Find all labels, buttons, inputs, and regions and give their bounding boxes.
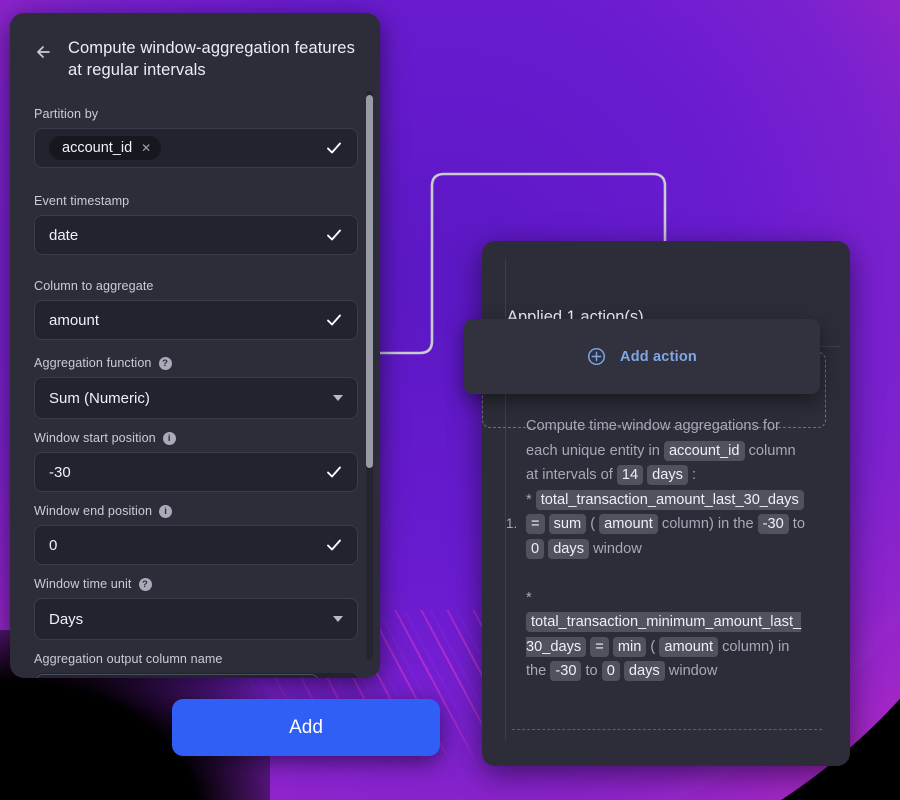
- desc-window-2: window: [664, 663, 718, 680]
- desc-text-3: :: [687, 467, 697, 484]
- code-equals-2: =: [590, 636, 609, 657]
- bullet-1: *: [526, 491, 532, 508]
- column-to-aggregate-value: amount: [49, 311, 100, 329]
- desc-text-4: column) in the: [657, 516, 758, 533]
- check-icon[interactable]: [325, 226, 343, 244]
- field-label-window-time-unit: Window time unit ?: [34, 577, 358, 591]
- list-marker-1: 1.: [506, 516, 518, 532]
- chip-label: account_id: [62, 140, 133, 156]
- chevron-down-icon[interactable]: [333, 395, 343, 401]
- check-icon[interactable]: [325, 536, 343, 554]
- panel-bottom-dashed-divider: [512, 729, 822, 730]
- field-label-window-end-position: Window end position i: [34, 504, 358, 518]
- window-time-unit-select[interactable]: Days: [34, 598, 358, 640]
- code-unit-2: days: [623, 661, 665, 682]
- code-column-2: amount: [659, 636, 719, 657]
- aggregation-function-select[interactable]: Sum (Numeric): [34, 377, 358, 419]
- code-fn-2: min: [612, 636, 647, 657]
- output-column-name-box[interactable]: total_transaction_amount_last_30_days: [35, 674, 319, 678]
- window-time-unit-value: Days: [49, 610, 84, 628]
- field-event-timestamp: Event timestamp date: [34, 194, 358, 255]
- description-item-1: 1. * total_transaction_amount_last_30_day…: [506, 488, 808, 562]
- code-end-2: 0: [601, 661, 620, 682]
- configuration-panel: Compute window-aggregation features at r…: [10, 13, 380, 678]
- window-end-position-input[interactable]: 0: [34, 525, 358, 565]
- panel-title: Compute window-aggregation features at r…: [68, 39, 355, 79]
- action-description: Compute time-window aggregations for eac…: [506, 414, 808, 684]
- field-label-window-start-position: Window start position i: [34, 431, 358, 445]
- field-label-column-to-aggregate: Column to aggregate: [34, 279, 154, 293]
- form-fields: Partition by account_id ✕ Event timestam…: [10, 91, 380, 678]
- output-column-name-input[interactable]: total_transaction_amount_last_30_days: [34, 673, 358, 678]
- field-partition-by: Partition by account_id ✕: [34, 107, 358, 168]
- aggregation-function-value: Sum (Numeric): [49, 389, 150, 407]
- window-start-position-value: -30: [49, 463, 71, 481]
- field-window-time-unit: Window time unit ? Days: [34, 577, 358, 640]
- back-arrow-icon[interactable]: [34, 41, 54, 63]
- description-intro: Compute time-window aggregations for eac…: [526, 414, 808, 488]
- window-end-position-value: 0: [49, 536, 58, 554]
- desc-to-2: to: [581, 663, 602, 680]
- chevron-down-icon[interactable]: [333, 616, 343, 622]
- plus-circle-icon[interactable]: [587, 347, 606, 366]
- chip-account-id[interactable]: account_id ✕: [49, 136, 162, 160]
- event-timestamp-input[interactable]: date: [34, 215, 358, 255]
- desc-paren-2: (: [646, 638, 660, 655]
- sp: [545, 516, 549, 532]
- code-start-2: -30: [550, 661, 582, 682]
- field-window-end-position: Window end position i 0: [34, 504, 358, 565]
- column-to-aggregate-input[interactable]: amount: [34, 300, 358, 340]
- question-icon[interactable]: ?: [158, 356, 172, 370]
- check-icon[interactable]: [325, 311, 343, 329]
- info-icon[interactable]: i: [159, 504, 173, 518]
- event-timestamp-value: date: [49, 226, 79, 244]
- desc-to-1: to: [788, 516, 805, 533]
- field-label-partition-by: Partition by: [34, 107, 99, 121]
- field-aggregation-function: Aggregation function ? Sum (Numeric): [34, 356, 358, 419]
- code-output-name-1: total_transaction_amount_last_30_days: [535, 489, 804, 510]
- question-icon[interactable]: ?: [138, 577, 152, 591]
- scrollbar-thumb[interactable]: [366, 95, 373, 468]
- code-unit-1: days: [548, 538, 590, 559]
- field-label-output-column-name: Aggregation output column name: [34, 652, 223, 666]
- partition-by-input[interactable]: account_id ✕: [34, 128, 358, 168]
- code-interval-unit: days: [647, 465, 688, 486]
- bullet-2: *: [526, 589, 532, 606]
- desc-window-1: window: [589, 540, 642, 557]
- description-item-2: * total_transaction_minimum_amount_last_…: [526, 586, 808, 684]
- field-label-aggregation-function: Aggregation function ?: [34, 356, 358, 370]
- info-icon[interactable]: i: [162, 431, 176, 445]
- field-output-column-name: Aggregation output column name total_tra…: [34, 652, 358, 678]
- code-start-1: -30: [757, 514, 789, 535]
- field-label-event-timestamp: Event timestamp: [34, 194, 130, 208]
- check-icon[interactable]: [325, 139, 343, 157]
- check-icon[interactable]: [325, 463, 343, 481]
- desc-paren-1: (: [586, 516, 600, 533]
- add-button[interactable]: Add: [172, 699, 440, 756]
- code-interval-value: 14: [616, 465, 644, 486]
- add-action-label: Add action: [620, 348, 697, 365]
- field-window-start-position: Window start position i -30: [34, 431, 358, 492]
- panel-header: Compute window-aggregation features at r…: [10, 13, 380, 81]
- code-account-id: account_id: [663, 440, 745, 461]
- field-column-to-aggregate: Column to aggregate amount: [34, 279, 358, 340]
- chip-remove-icon[interactable]: ✕: [141, 142, 151, 154]
- code-column-1: amount: [599, 514, 658, 535]
- add-action-button[interactable]: Add action: [464, 319, 820, 394]
- code-fn-1: sum: [548, 514, 587, 535]
- code-equals-1: =: [526, 514, 545, 535]
- window-start-position-input[interactable]: -30: [34, 452, 358, 492]
- code-end-1: 0: [526, 538, 545, 559]
